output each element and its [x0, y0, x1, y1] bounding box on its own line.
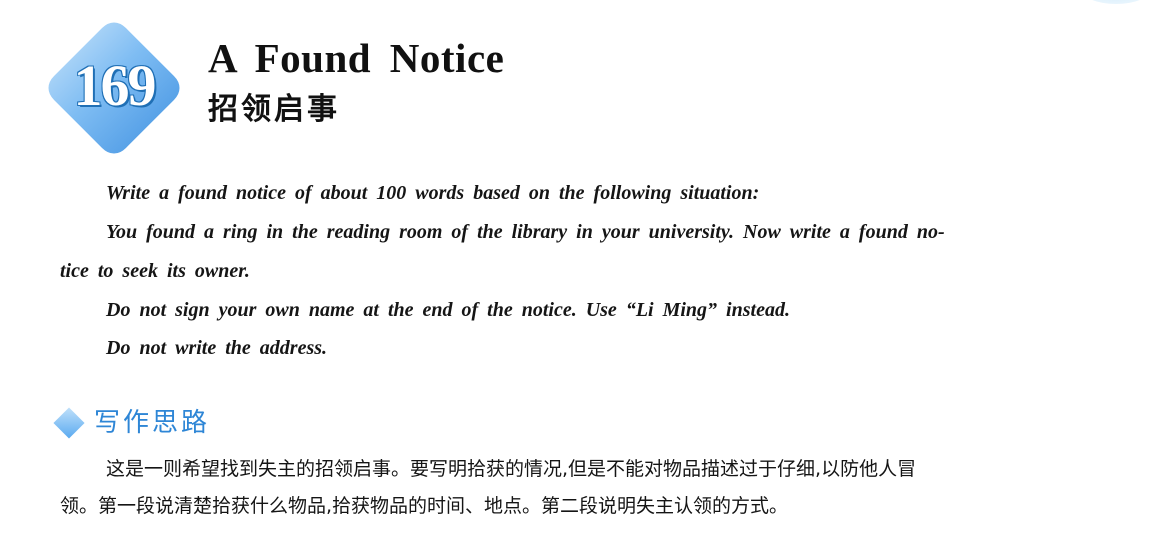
prompt-line: Do not write the address. — [106, 337, 328, 359]
badge-number: 169 — [73, 53, 157, 118]
section-header-writing-approach: 写作思路 — [53, 403, 211, 443]
number-badge: 169 — [41, 15, 187, 161]
prompt-line: Do not sign your own name at the end of … — [106, 299, 790, 321]
page: 169 A Found Notice 招领启事 Write a found no… — [0, 0, 1169, 549]
page-subtitle-chinese: 招领启事 — [208, 92, 340, 127]
section-title: 写作思路 — [94, 408, 211, 438]
analysis-line: 这是一则希望找到失主的招领启事。要写明拾获的情况,但是不能对物品描述过于仔细,以… — [106, 458, 917, 480]
corner-decoration — [1081, 0, 1151, 4]
prompt-line: tice to seek its owner. — [60, 260, 250, 282]
page-title: A Found Notice — [208, 35, 505, 81]
prompt-line: Write a found notice of about 100 words … — [106, 182, 760, 204]
diamond-bullet-icon — [53, 407, 85, 439]
prompt-line: You found a ring in the reading room of … — [106, 221, 945, 243]
analysis-line: 领。第一段说清楚拾获什么物品,拾获物品的时间、地点。第二段说明失主认领的方式。 — [60, 495, 789, 517]
